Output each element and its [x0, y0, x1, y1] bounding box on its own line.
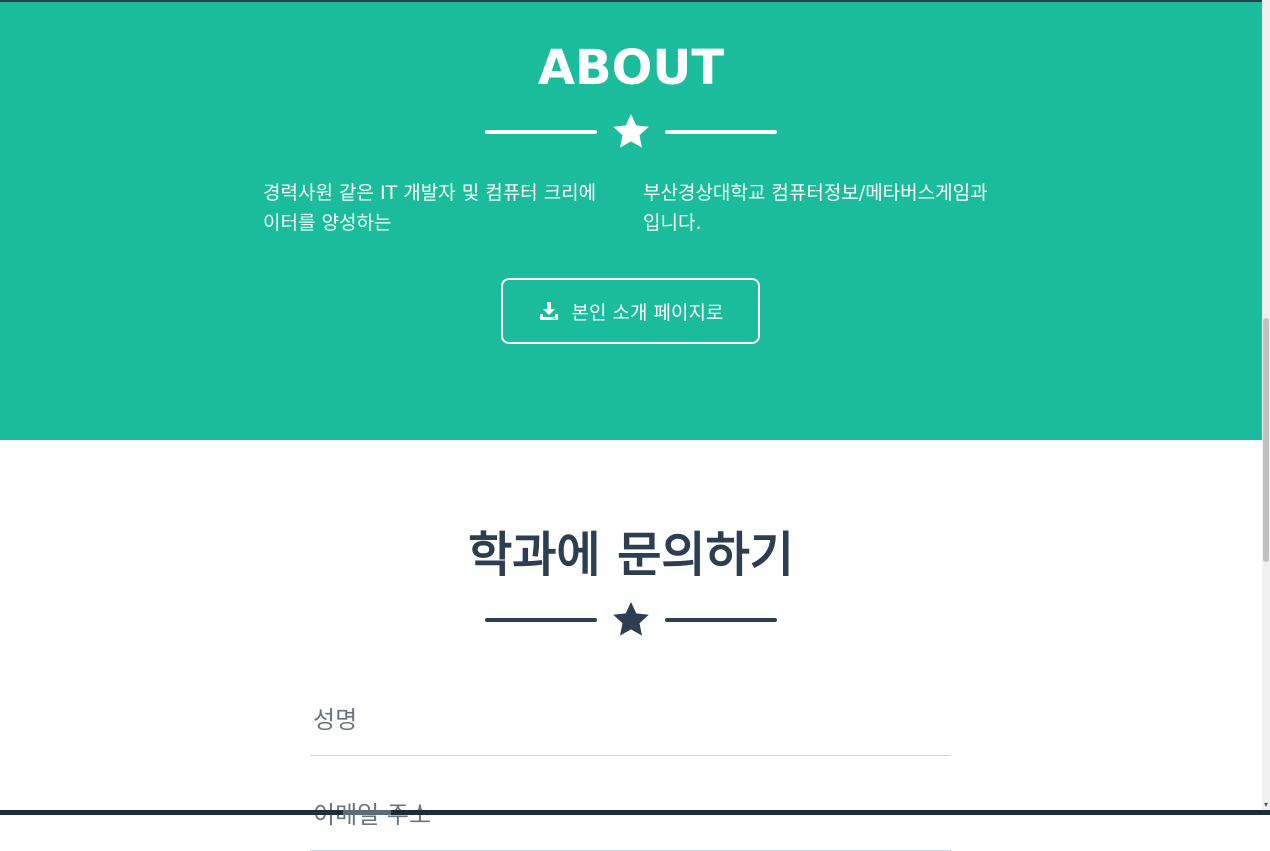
divider-line: [485, 130, 597, 134]
scroll-down-icon[interactable]: ▾: [1262, 801, 1270, 809]
email-field: [310, 780, 951, 851]
about-text-left: 경력사원 같은 IT 개발자 및 컴퓨터 크리에이터를 양성하는: [263, 182, 597, 234]
about-page-button[interactable]: 본인 소개 페이지로: [501, 278, 760, 344]
contact-divider: [485, 600, 777, 640]
about-divider: [485, 112, 777, 152]
contact-title: 학과에 문의하기: [468, 527, 794, 583]
scrollbar[interactable]: ▾: [1262, 0, 1270, 815]
taskbar-item[interactable]: [343, 810, 391, 815]
about-title: ABOUT: [537, 40, 725, 96]
download-icon: [539, 302, 558, 320]
about-section: ABOUT 경력사원 같은 IT 개발자 및 컴퓨터 크리에이터를 양성하는 부…: [0, 2, 1262, 440]
divider-line: [485, 618, 597, 622]
name-field: [310, 685, 951, 756]
name-input[interactable]: [310, 685, 951, 755]
scrollbar-thumb[interactable]: [1263, 318, 1269, 562]
taskbar: [0, 810, 1270, 815]
email-input[interactable]: [310, 780, 951, 850]
star-icon: [613, 602, 649, 636]
divider-line: [665, 130, 777, 134]
about-page-button-label: 본인 소개 페이지로: [571, 301, 724, 324]
divider-line: [665, 618, 777, 622]
about-text-right: 부산경상대학교 컴퓨터정보/메타버스게임과 입니다.: [643, 182, 988, 234]
star-icon: [613, 114, 649, 148]
contact-section: 학과에 문의하기: [0, 440, 1262, 851]
